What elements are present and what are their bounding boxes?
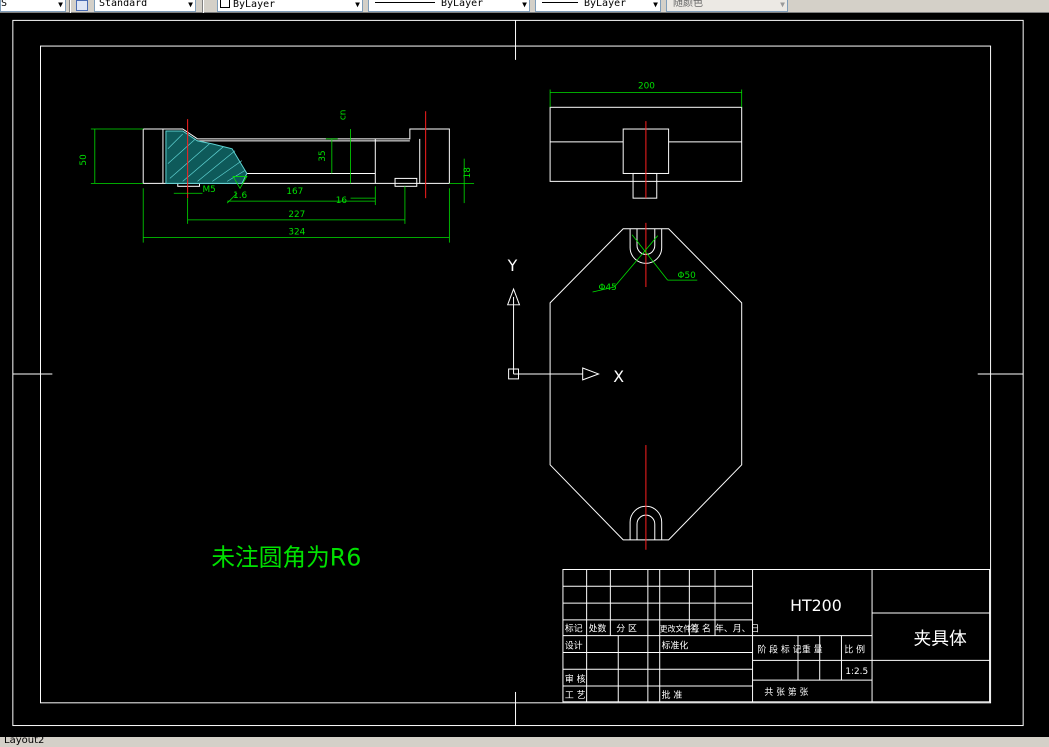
axis-y-label: Y [507, 256, 518, 275]
line-sample-icon [542, 2, 578, 3]
dim-324: 324 [288, 228, 305, 238]
layout-tab-bar: Layout2 [0, 735, 1049, 747]
chevron-down-icon: ▼ [188, 0, 193, 9]
dim-18: 18 [463, 167, 473, 179]
chevron-down-icon: ▼ [780, 0, 785, 9]
tb-weight: 重 量 [802, 643, 823, 655]
linetype-control-select[interactable]: ByLayer ▼ [368, 0, 530, 12]
dim-m5: M5 [202, 185, 215, 195]
drawing-canvas[interactable]: 324 227 167 50 35 16 M5 1.6 cn 18 200 Φ4… [0, 13, 1036, 727]
tb-ratio: 比 例 [844, 643, 865, 655]
dim-35: 35 [318, 150, 328, 161]
tb-header-mark: 标记 [565, 623, 583, 635]
tb-sheets: 共 张 第 张 [764, 686, 808, 698]
tb-stage-mark: 阶 段 标 记 [757, 643, 801, 655]
ucs-icon [506, 287, 600, 381]
chevron-down-icon: ▼ [522, 0, 527, 9]
dim-167: 167 [286, 187, 303, 197]
tb-header-date: 年、月、日 [715, 623, 759, 635]
toolbar-separator [69, 0, 71, 13]
chevron-down-icon: ▼ [653, 0, 658, 9]
chevron-down-icon: ▼ [355, 0, 360, 9]
dim-50: 50 [79, 154, 89, 166]
fillet-note[interactable]: 未注圆角为R6 [211, 544, 361, 572]
tb-scale-value: 1:2.5 [845, 667, 868, 677]
dim-227: 227 [288, 210, 305, 220]
plotstyle-control-select[interactable]: 随颜色 ▼ [666, 0, 788, 12]
tb-header-count: 处数 [589, 623, 607, 635]
dim-cn: cn [339, 110, 349, 121]
text-style-prefix[interactable]: S ▼ [0, 0, 66, 12]
dimstyle-icon[interactable] [76, 0, 88, 11]
dim-roughness-1-6: 1.6 [233, 191, 247, 201]
tb-header-zone: 分 区 [616, 624, 637, 635]
line-sample-icon [375, 2, 435, 3]
tb-approve: 批 准 [662, 689, 683, 701]
title-block[interactable]: 标记 处数 分 区 更改文件号 签 名 年、月、日 设计 标准化 审 核 工 艺… [562, 569, 991, 703]
lineweight-control-select[interactable]: ByLayer ▼ [535, 0, 661, 12]
properties-toolbar: S ▼ Standard ▼ ByLayer ▼ ByLayer ▼ ByLayer ▼ … [0, 0, 1049, 13]
tb-design: 设计 [565, 640, 583, 652]
side-view[interactable]: 200 [549, 82, 743, 199]
tab-layout2[interactable]: Layout2 [4, 735, 44, 746]
tb-header-sign: 签 名 [690, 623, 711, 635]
color-control-select[interactable]: ByLayer ▼ [217, 0, 363, 12]
axis-x-label: X [613, 367, 624, 386]
tb-review: 审 核 [565, 673, 586, 685]
dim-16: 16 [336, 196, 348, 206]
tb-part-name: 夹具体 [914, 629, 968, 650]
front-section-view[interactable]: 324 227 167 50 35 16 M5 1.6 cn 18 [79, 110, 475, 243]
tb-process: 工 艺 [565, 690, 586, 701]
tb-material: HT200 [790, 596, 842, 615]
dimstyle-select[interactable]: Standard ▼ [94, 0, 196, 12]
dim-200: 200 [638, 82, 655, 92]
toolbar-separator [202, 0, 204, 13]
color-swatch-icon [220, 0, 230, 8]
chevron-down-icon: ▼ [58, 0, 63, 9]
dim-dia-50: Φ50 [677, 271, 696, 281]
dim-dia-45: Φ45 [598, 283, 616, 293]
tb-standardize: 标准化 [662, 640, 689, 652]
top-view[interactable]: Φ45 Φ50 [549, 222, 743, 550]
